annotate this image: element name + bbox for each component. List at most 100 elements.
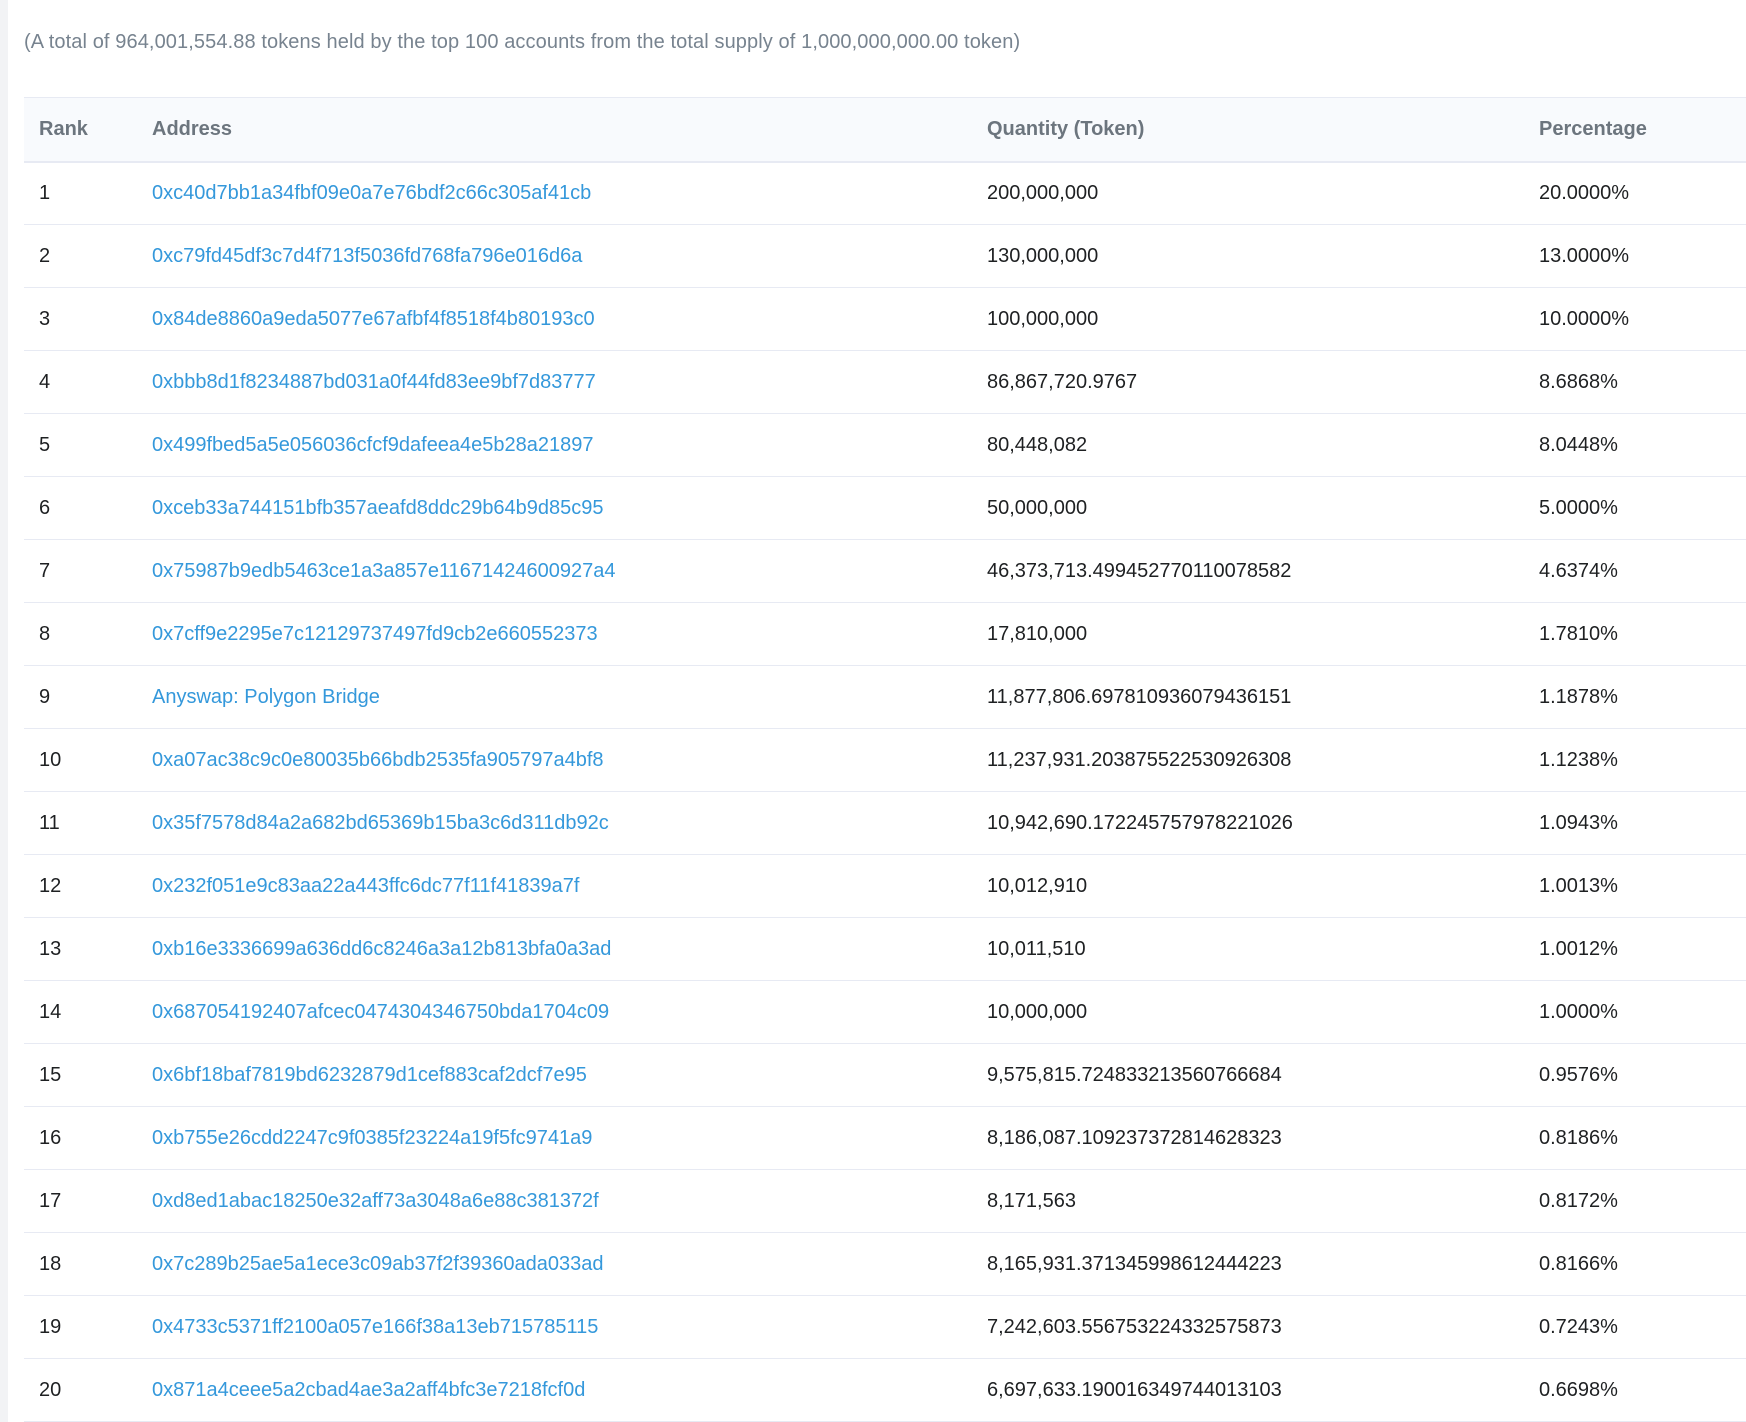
holder-address-link[interactable]: 0x4733c5371ff2100a057e166f38a13eb7157851… bbox=[152, 1316, 598, 1338]
rank-cell: 10 bbox=[24, 728, 152, 792]
rank-cell: 9 bbox=[24, 665, 152, 729]
address-cell: 0xb16e3336699a636dd6c8246a3a12b813bfa0a3… bbox=[152, 917, 987, 981]
rank-cell: 12 bbox=[24, 854, 152, 918]
address-cell: 0x35f7578d84a2a682bd65369b15ba3c6d311db9… bbox=[152, 791, 987, 855]
holders-summary-text: (A total of 964,001,554.88 tokens held b… bbox=[24, 31, 1021, 53]
table-row: 20 0x871a4ceee5a2cbad4ae3a2aff4bfc3e7218f… bbox=[24, 1358, 1746, 1422]
quantity-cell: 100,000,000 bbox=[987, 287, 1539, 351]
table-row: 10 0xa07ac38c9c0e80035b66bdb2535fa905797a… bbox=[24, 728, 1746, 792]
rank-cell: 4 bbox=[24, 350, 152, 414]
table-row: 18 0x7c289b25ae5a1ece3c09ab37f2f39360ada0… bbox=[24, 1232, 1746, 1296]
holder-address-link[interactable]: 0xceb33a744151bfb357aeafd8ddc29b64b9d85c… bbox=[152, 497, 604, 519]
table-row: 16 0xb755e26cdd2247c9f0385f23224a19f5fc97… bbox=[24, 1106, 1746, 1170]
table-row: 12 0x232f051e9c83aa22a443ffc6dc77f11f4183… bbox=[24, 854, 1746, 918]
address-cell: 0xc79fd45df3c7d4f713f5036fd768fa796e016d… bbox=[152, 224, 987, 288]
percentage-cell: 20.0000% bbox=[1539, 161, 1746, 225]
rank-cell: 16 bbox=[24, 1106, 152, 1170]
percentage-cell: 1.0013% bbox=[1539, 854, 1746, 918]
percentage-cell: 1.0000% bbox=[1539, 980, 1746, 1044]
address-cell: 0xc40d7bb1a34fbf09e0a7e76bdf2c66c305af41… bbox=[152, 161, 987, 225]
quantity-cell: 7,242,603.556753224332575873 bbox=[987, 1295, 1539, 1359]
column-header-percentage: Percentage bbox=[1539, 97, 1746, 163]
quantity-cell: 6,697,633.190016349744013103 bbox=[987, 1358, 1539, 1422]
quantity-cell: 130,000,000 bbox=[987, 224, 1539, 288]
percentage-cell: 1.0012% bbox=[1539, 917, 1746, 981]
holder-address-link[interactable]: 0xb755e26cdd2247c9f0385f23224a19f5fc9741… bbox=[152, 1127, 592, 1149]
address-cell: 0x7c289b25ae5a1ece3c09ab37f2f39360ada033… bbox=[152, 1232, 987, 1296]
quantity-cell: 50,000,000 bbox=[987, 476, 1539, 540]
percentage-cell: 4.6374% bbox=[1539, 539, 1746, 603]
table-row: 14 0x687054192407afcec0474304346750bda170… bbox=[24, 980, 1746, 1044]
quantity-cell: 10,000,000 bbox=[987, 980, 1539, 1044]
holder-address-link[interactable]: 0x7cff9e2295e7c12129737497fd9cb2e6605523… bbox=[152, 623, 598, 645]
holder-address-link[interactable]: 0x84de8860a9eda5077e67afbf4f8518f4b80193… bbox=[152, 308, 595, 330]
percentage-cell: 5.0000% bbox=[1539, 476, 1746, 540]
address-cell: 0x687054192407afcec0474304346750bda1704c… bbox=[152, 980, 987, 1044]
quantity-cell: 8,186,087.109237372814628323 bbox=[987, 1106, 1539, 1170]
table-row: 1 0xc40d7bb1a34fbf09e0a7e76bdf2c66c305af4… bbox=[24, 161, 1746, 225]
holder-address-link[interactable]: 0x7c289b25ae5a1ece3c09ab37f2f39360ada033… bbox=[152, 1253, 604, 1275]
quantity-cell: 10,011,510 bbox=[987, 917, 1539, 981]
token-holders-table: Rank Address Quantity (Token) Percentage… bbox=[24, 97, 1746, 1422]
holder-address-link[interactable]: 0xc79fd45df3c7d4f713f5036fd768fa796e016d… bbox=[152, 245, 582, 267]
table-row: 4 0xbbb8d1f8234887bd031a0f44fd83ee9bf7d83… bbox=[24, 350, 1746, 414]
column-header-address: Address bbox=[152, 97, 987, 163]
rank-cell: 6 bbox=[24, 476, 152, 540]
holder-address-link[interactable]: 0x6bf18baf7819bd6232879d1cef883caf2dcf7e… bbox=[152, 1064, 587, 1086]
percentage-cell: 8.0448% bbox=[1539, 413, 1746, 477]
table-row: 17 0xd8ed1abac18250e32aff73a3048a6e88c381… bbox=[24, 1169, 1746, 1233]
rank-cell: 17 bbox=[24, 1169, 152, 1233]
rank-cell: 11 bbox=[24, 791, 152, 855]
table-row: 15 0x6bf18baf7819bd6232879d1cef883caf2dcf… bbox=[24, 1043, 1746, 1107]
address-cell: 0x4733c5371ff2100a057e166f38a13eb7157851… bbox=[152, 1295, 987, 1359]
holder-address-link[interactable]: Anyswap: Polygon Bridge bbox=[152, 686, 380, 708]
quantity-cell: 10,942,690.172245757978221026 bbox=[987, 791, 1539, 855]
table-row: 2 0xc79fd45df3c7d4f713f5036fd768fa796e016… bbox=[24, 224, 1746, 288]
table-row: 5 0x499fbed5a5e056036cfcf9dafeea4e5b28a21… bbox=[24, 413, 1746, 477]
holder-address-link[interactable]: 0x75987b9edb5463ce1a3a857e11671424600927… bbox=[152, 560, 615, 582]
percentage-cell: 0.8166% bbox=[1539, 1232, 1746, 1296]
table-row: 13 0xb16e3336699a636dd6c8246a3a12b813bfa0… bbox=[24, 917, 1746, 981]
address-cell: Anyswap: Polygon Bridge bbox=[152, 665, 987, 729]
table-row: 11 0x35f7578d84a2a682bd65369b15ba3c6d311d… bbox=[24, 791, 1746, 855]
holder-address-link[interactable]: 0xbbb8d1f8234887bd031a0f44fd83ee9bf7d837… bbox=[152, 371, 596, 393]
holder-address-link[interactable]: 0x35f7578d84a2a682bd65369b15ba3c6d311db9… bbox=[152, 812, 609, 834]
rank-cell: 18 bbox=[24, 1232, 152, 1296]
address-cell: 0x7cff9e2295e7c12129737497fd9cb2e6605523… bbox=[152, 602, 987, 666]
table-header-row: Rank Address Quantity (Token) Percentage bbox=[24, 97, 1746, 163]
percentage-cell: 0.7243% bbox=[1539, 1295, 1746, 1359]
address-cell: 0x871a4ceee5a2cbad4ae3a2aff4bfc3e7218fcf… bbox=[152, 1358, 987, 1422]
percentage-cell: 8.6868% bbox=[1539, 350, 1746, 414]
quantity-cell: 200,000,000 bbox=[987, 161, 1539, 225]
address-cell: 0x75987b9edb5463ce1a3a857e11671424600927… bbox=[152, 539, 987, 603]
address-cell: 0xceb33a744151bfb357aeafd8ddc29b64b9d85c… bbox=[152, 476, 987, 540]
rank-cell: 5 bbox=[24, 413, 152, 477]
holder-address-link[interactable]: 0xc40d7bb1a34fbf09e0a7e76bdf2c66c305af41… bbox=[152, 182, 591, 204]
quantity-cell: 11,237,931.203875522530926308 bbox=[987, 728, 1539, 792]
address-cell: 0x232f051e9c83aa22a443ffc6dc77f11f41839a… bbox=[152, 854, 987, 918]
holder-address-link[interactable]: 0xd8ed1abac18250e32aff73a3048a6e88c38137… bbox=[152, 1190, 599, 1212]
quantity-cell: 11,877,806.697810936079436151 bbox=[987, 665, 1539, 729]
holder-address-link[interactable]: 0xb16e3336699a636dd6c8246a3a12b813bfa0a3… bbox=[152, 938, 611, 960]
percentage-cell: 0.8172% bbox=[1539, 1169, 1746, 1233]
table-body: 1 0xc40d7bb1a34fbf09e0a7e76bdf2c66c305af4… bbox=[24, 161, 1746, 1422]
holder-address-link[interactable]: 0xa07ac38c9c0e80035b66bdb2535fa905797a4b… bbox=[152, 749, 604, 771]
rank-cell: 19 bbox=[24, 1295, 152, 1359]
address-cell: 0xa07ac38c9c0e80035b66bdb2535fa905797a4b… bbox=[152, 728, 987, 792]
quantity-cell: 86,867,720.9767 bbox=[987, 350, 1539, 414]
left-rail bbox=[0, 0, 8, 1422]
address-cell: 0xb755e26cdd2247c9f0385f23224a19f5fc9741… bbox=[152, 1106, 987, 1170]
holder-address-link[interactable]: 0x871a4ceee5a2cbad4ae3a2aff4bfc3e7218fcf… bbox=[152, 1379, 585, 1401]
percentage-cell: 13.0000% bbox=[1539, 224, 1746, 288]
address-cell: 0x499fbed5a5e056036cfcf9dafeea4e5b28a218… bbox=[152, 413, 987, 477]
table-row: 19 0x4733c5371ff2100a057e166f38a13eb71578… bbox=[24, 1295, 1746, 1359]
table-row: 7 0x75987b9edb5463ce1a3a857e1167142460092… bbox=[24, 539, 1746, 603]
column-header-rank: Rank bbox=[24, 97, 152, 163]
rank-cell: 2 bbox=[24, 224, 152, 288]
table-row: 8 0x7cff9e2295e7c12129737497fd9cb2e660552… bbox=[24, 602, 1746, 666]
rank-cell: 13 bbox=[24, 917, 152, 981]
rank-cell: 14 bbox=[24, 980, 152, 1044]
holder-address-link[interactable]: 0x687054192407afcec0474304346750bda1704c… bbox=[152, 1001, 609, 1023]
holder-address-link[interactable]: 0x232f051e9c83aa22a443ffc6dc77f11f41839a… bbox=[152, 875, 579, 897]
holder-address-link[interactable]: 0x499fbed5a5e056036cfcf9dafeea4e5b28a218… bbox=[152, 434, 594, 456]
